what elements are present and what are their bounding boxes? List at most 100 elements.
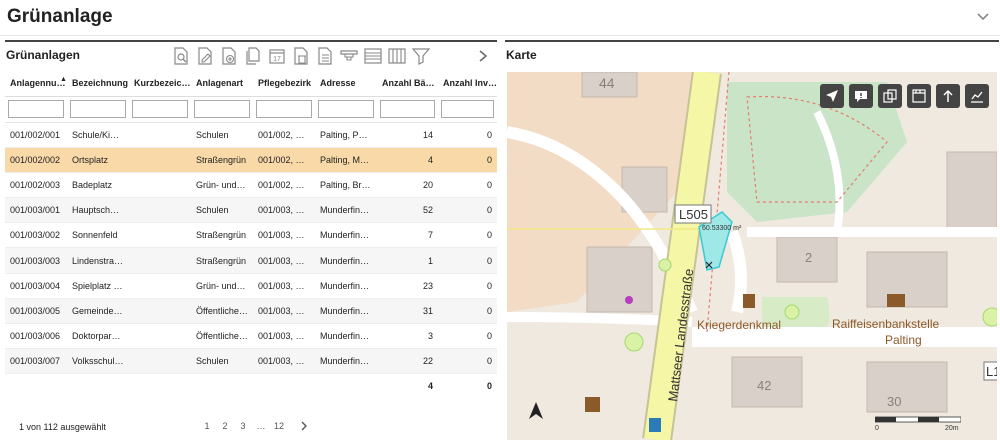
filter-input-anzahl-inventar[interactable]: [441, 100, 494, 118]
table-cell-nr: 001/003/003: [5, 247, 67, 274]
column-header-anlagenart[interactable]: Anlagenart: [191, 70, 253, 97]
table-cell-adresse: Munderfing, …: [315, 197, 377, 224]
column-header-anzahl-inventar[interactable]: Anzahl Inv…: [438, 70, 497, 97]
table-row[interactable]: 001/003/007 Volksschule … Schulen 001/003, …: [5, 348, 497, 375]
table-cell-adresse: Palting, Palti…: [315, 122, 377, 148]
table-row[interactable]: 001/003/003 Lindenstraß… Straßengrün 001/00…: [5, 247, 497, 274]
table-cell-inv: 0: [438, 323, 497, 350]
table-cell-adresse: Munderfing, …: [315, 247, 377, 274]
filter-input-anzahl-baeume[interactable]: [380, 100, 435, 118]
table-cell-kurz: [129, 323, 191, 350]
table-cell-bezirk: 001/003, Mu…: [253, 323, 315, 350]
table-cell-adresse: Munderfing, …: [315, 323, 377, 350]
column-header-kurzbezeichnung[interactable]: Kurzbezeic…: [129, 70, 191, 97]
copy-document-icon[interactable]: [242, 45, 264, 67]
table-row[interactable]: 001/003/001 Hauptschule… Schulen 001/003, M…: [5, 197, 497, 224]
column-header-anlagennummer[interactable]: Anlagennu… ▲: [5, 70, 67, 97]
table-row[interactable]: 001/003/002 Sonnenfeld Straßengrün 001/003,…: [5, 222, 497, 249]
table-cell-bezirk: 001/003, Mu…: [253, 273, 315, 299]
filter-icon[interactable]: [410, 45, 432, 67]
column-header-bezeichnung[interactable]: Bezeichnung: [67, 70, 129, 97]
table-cell-kurz: [129, 273, 191, 299]
table-cell-kurz: [129, 222, 191, 249]
table-row[interactable]: 001/002/001 Schule/Kind… Schulen 001/002, P…: [5, 122, 497, 148]
filter-input-adresse[interactable]: [318, 100, 374, 118]
table-row[interactable]: 001/003/006 Doktorparklatz Öffentliche … 00…: [5, 323, 497, 350]
document-icon[interactable]: [314, 45, 336, 67]
scale-end: 20m: [945, 425, 959, 431]
table-cell-baeume: 4: [377, 147, 438, 173]
table-cell-baeume: 3: [377, 323, 438, 350]
search-document-icon[interactable]: [170, 45, 192, 67]
upload-icon[interactable]: [936, 84, 960, 108]
edit-document-icon[interactable]: [194, 45, 216, 67]
filter-input-bezeichnung[interactable]: [70, 100, 126, 118]
filter-input-anlagennummer[interactable]: [8, 100, 64, 118]
map-label-house: 2: [805, 250, 812, 265]
column-header-adresse[interactable]: Adresse: [315, 70, 377, 97]
column-header-pflegebezirk[interactable]: Pflegebezirk: [253, 70, 315, 97]
page-link-3[interactable]: 3: [237, 421, 249, 431]
table-cell-art: Straßengrün: [191, 247, 253, 274]
film-icon[interactable]: [907, 84, 931, 108]
table-cell-inv: 0: [438, 222, 497, 249]
table-cell-adresse: Munderfing, …: [315, 348, 377, 375]
chart-icon[interactable]: [965, 84, 989, 108]
filter-input-anlagenart[interactable]: [194, 100, 250, 118]
filter-input-pflegebezirk[interactable]: [256, 100, 312, 118]
table-toolbar: 17: [170, 45, 432, 67]
page-link-12[interactable]: 12: [273, 421, 285, 431]
map-label-house: 44: [599, 75, 615, 91]
map-label-poi: Palting: [885, 333, 922, 347]
table-row[interactable]: 001/003/005 Gemeindeamt Öffentliche … 001/0…: [5, 298, 497, 325]
scale-start: 0: [875, 425, 879, 431]
sort-asc-icon: ▲: [60, 76, 67, 83]
map-view[interactable]: 60.53300 m² 44 2 42 30 Kriegerdenkmal Ra…: [507, 72, 997, 440]
sum-anzahl-inventar: 0: [438, 373, 497, 398]
monument-icon: [743, 294, 755, 308]
table-cell-bez: Hauptschule…: [67, 197, 129, 224]
table-cell-nr: 001/003/004: [5, 273, 67, 299]
page-link-2[interactable]: 2: [219, 421, 231, 431]
table-cell-nr: 001/003/006: [5, 323, 67, 350]
table-cell-bezirk: 001/003, Mu…: [253, 247, 315, 274]
info-icon[interactable]: [849, 84, 873, 108]
table-cell-baeume: 22: [377, 348, 438, 375]
map-building: [866, 251, 948, 308]
delete-document-icon[interactable]: [290, 45, 312, 67]
table-cell-bezirk: 001/002, Pal…: [253, 122, 315, 148]
table-cell-kurz: [129, 122, 191, 148]
table-cell-bez: Volksschule …: [67, 348, 129, 375]
table-cell-bez: Badeplatz: [67, 172, 129, 199]
table-cell-nr: 001/003/002: [5, 222, 67, 249]
pagination: 1 2 3 … 12: [201, 421, 309, 431]
map-road-ref: L1: [986, 364, 997, 379]
map-building: [946, 151, 997, 233]
chevron-right-icon[interactable]: [477, 49, 489, 63]
table-cell-kurz: [129, 298, 191, 325]
navigate-icon[interactable]: [820, 84, 844, 108]
next-page-icon[interactable]: [299, 421, 309, 431]
highlighter-icon[interactable]: [338, 45, 360, 67]
add-document-icon[interactable]: [218, 45, 240, 67]
karte-panel: Karte 60.53300 m² 44 2 42 30 Kriegerdenk…: [505, 40, 999, 440]
table-cell-nr: 001/003/007: [5, 348, 67, 375]
table-row[interactable]: 001/003/004 Spielplatz ev… Grün- und P… 001…: [5, 273, 497, 299]
calendar-icon[interactable]: 17: [266, 45, 288, 67]
column-header-anzahl-baeume[interactable]: Anzahl Bä…: [377, 70, 438, 97]
table-cell-inv: 0: [438, 147, 497, 173]
list-view-icon[interactable]: [362, 45, 384, 67]
layers-icon[interactable]: [878, 84, 902, 108]
table-body: 001/002/001 Schule/Kind… Schulen 001/002, P…: [5, 122, 497, 375]
table-cell-art: Straßengrün: [191, 147, 253, 173]
map-label-house: 30: [887, 394, 901, 409]
table-row[interactable]: 001/002/002 Ortsplatz Straßengrün 001/002, …: [5, 147, 497, 173]
table-cell-nr: 001/002/003: [5, 172, 67, 199]
table-cell-inv: 0: [438, 197, 497, 224]
page-link-1[interactable]: 1: [201, 421, 213, 431]
chevron-down-icon[interactable]: [976, 10, 990, 24]
filter-input-kurzbezeichnung[interactable]: [132, 100, 188, 118]
table-row[interactable]: 001/002/003 Badeplatz Grün- und P… 001/002,…: [5, 172, 497, 199]
panel-title: Grünanlagen: [6, 48, 81, 62]
columns-icon[interactable]: [386, 45, 408, 67]
